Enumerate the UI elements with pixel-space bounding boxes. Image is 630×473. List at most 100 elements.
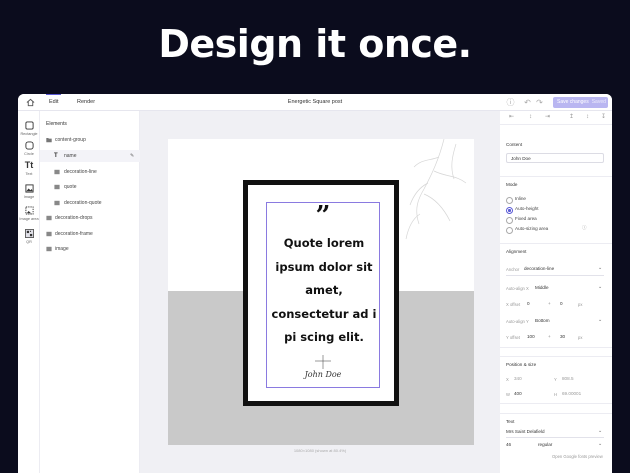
layer-label: content-group (55, 137, 86, 143)
y-offset-input[interactable]: 100 (527, 334, 535, 339)
align-right-icon[interactable]: ⇥ (544, 114, 551, 121)
align-middle-icon[interactable]: ↕ (584, 114, 591, 121)
mode-auto-sizing-area-radio[interactable]: Auto-sizing area (506, 225, 548, 234)
layer-decoration-frame[interactable]: decoration-frame (40, 228, 140, 240)
layer-decoration-line[interactable]: decoration-line (40, 166, 140, 178)
tool-rectangle[interactable]: Rectangle (18, 121, 40, 136)
save-changes-button[interactable]: Save changes Saved (553, 97, 608, 108)
text-icon: Tt (24, 160, 34, 170)
image-icon (46, 215, 52, 221)
y-offset-label: Y offset (506, 335, 521, 340)
tool-rail: Rectangle Circle Tt Text Image Image are… (18, 111, 40, 473)
image-icon (54, 169, 60, 175)
auto-align-y-label: Auto-align Y (506, 319, 529, 324)
x-offset-input[interactable]: 0 (527, 301, 530, 306)
auto-align-x-select[interactable]: Middle (535, 285, 549, 290)
chevron-down-icon[interactable]: ⌄ (598, 428, 602, 434)
x-input[interactable]: 340 (514, 376, 522, 381)
tool-image[interactable]: Image (18, 184, 40, 199)
layer-decoration-quote[interactable]: decoration-quote (40, 197, 140, 209)
tool-label: Image area (19, 217, 39, 221)
x-offset-unit: px (578, 302, 583, 307)
help-icon[interactable]: ⓘ (506, 98, 515, 107)
y-input[interactable]: 808.5 (562, 376, 574, 381)
w-label: W (506, 392, 510, 397)
layer-image[interactable]: image (40, 243, 140, 255)
text-title: Text (506, 419, 515, 424)
auto-align-y-select[interactable]: Bottom (535, 318, 550, 323)
text-section: Text Mrs Saint Delafield ⌄ 46 regular ⌄ … (500, 413, 612, 473)
edit-pencil-icon[interactable]: ✎ (130, 153, 136, 159)
tool-text[interactable]: Tt Text (18, 160, 40, 177)
layer-decoration-drops[interactable]: decoration-drops (40, 212, 140, 224)
anchor-label: Anchor (506, 267, 520, 272)
font-weight-select[interactable]: regular (538, 442, 552, 447)
y-label: Y (554, 377, 557, 382)
redo-icon[interactable]: ↷ (535, 98, 544, 107)
headline: Design it once. (158, 22, 472, 66)
h-input[interactable]: 69.00001 (562, 391, 581, 396)
anchor-select[interactable]: decoration-line (524, 266, 554, 271)
mode-fixed-area-radio[interactable]: Fixed area (506, 215, 537, 224)
google-fonts-preview-link[interactable]: Open Google fonts preview (552, 454, 603, 459)
divider (506, 275, 604, 276)
tool-label: Text (25, 172, 33, 176)
canvas-area[interactable]: ” Quote lorem ipsum dolor sit amet, cons… (140, 111, 500, 473)
align-bottom-icon[interactable]: ↧ (600, 114, 607, 121)
content-group-selection[interactable]: ” Quote lorem ipsum dolor sit amet, cons… (266, 202, 380, 388)
auto-align-x-label: Auto-align X (506, 286, 529, 291)
tool-circle[interactable]: Circle (18, 141, 40, 156)
tool-qr[interactable]: QR (18, 229, 40, 244)
tool-image-area[interactable]: Image area (18, 206, 40, 221)
design-artboard[interactable]: ” Quote lorem ipsum dolor sit amet, cons… (168, 139, 474, 445)
layer-content-group[interactable]: content-group (40, 134, 140, 146)
align-center-icon[interactable]: ↕ (527, 114, 534, 121)
layer-label: decoration-drops (55, 215, 93, 221)
font-size-input[interactable]: 46 (506, 442, 511, 447)
position-size-section: Position & size X 340 Y 808.5 W 400 H 69… (500, 356, 612, 404)
align-top-icon[interactable]: ↥ (568, 114, 575, 121)
content-title: Content (506, 142, 523, 147)
layer-label: quote (64, 184, 77, 190)
image-icon (54, 184, 60, 190)
layer-label: decoration-frame (55, 231, 93, 237)
y-offset-unit: px (578, 335, 583, 340)
x-offset-plus: + (548, 301, 551, 306)
layer-name[interactable]: T name ✎ (40, 150, 140, 162)
signature-text[interactable]: John Doe (267, 370, 379, 379)
tool-label: Rectangle (20, 132, 38, 136)
decoration-line[interactable] (267, 355, 379, 369)
decoration-frame[interactable]: ” Quote lorem ipsum dolor sit amet, cons… (243, 180, 399, 406)
rectangle-icon (24, 121, 34, 130)
layer-label: decoration-line (64, 169, 97, 175)
y-offset-plus: + (548, 334, 551, 339)
decoration-quote[interactable]: ” (267, 203, 379, 229)
image-area-icon (24, 206, 34, 215)
x-offset-extra-input[interactable]: 0 (560, 301, 563, 306)
name-element[interactable]: John Doe (266, 355, 380, 389)
font-family-select[interactable]: Mrs Saint Delafield (506, 429, 545, 434)
info-icon[interactable]: ⓘ (582, 225, 587, 231)
tool-label: Circle (24, 152, 34, 156)
qr-icon (24, 229, 34, 238)
w-input[interactable]: 400 (514, 391, 522, 396)
chevron-down-icon[interactable]: ⌄ (598, 265, 602, 271)
layer-quote[interactable]: quote (40, 181, 140, 193)
undo-icon[interactable]: ↶ (523, 98, 532, 107)
text-icon: T (54, 153, 58, 159)
mode-inline-radio[interactable]: Inline (506, 195, 526, 204)
properties-panel: ⇤ ↕ ⇥ ↥ ↕ ↧ Content John Doe Mode Inline… (500, 111, 612, 473)
layer-label: name (64, 153, 77, 159)
y-offset-extra-input[interactable]: 30 (560, 334, 565, 339)
mode-auto-height-radio[interactable]: Auto-height (506, 205, 539, 214)
chevron-down-icon[interactable]: ⌄ (598, 317, 602, 323)
chevron-down-icon[interactable]: ⌄ (598, 284, 602, 290)
chevron-down-icon[interactable]: ⌄ (598, 441, 602, 447)
top-bar: Edit Render Energetic Square post ⓘ ↶ ↷ … (18, 94, 612, 111)
tool-label: Image (23, 195, 35, 199)
quote-text[interactable]: Quote lorem ipsum dolor sit amet, consec… (268, 232, 380, 350)
editor-window: Edit Render Energetic Square post ⓘ ↶ ↷ … (18, 94, 612, 473)
layers-panel: Elements content-group T name ✎ decorati… (40, 111, 140, 473)
content-input[interactable]: John Doe (506, 153, 604, 163)
align-left-icon[interactable]: ⇤ (508, 114, 515, 121)
